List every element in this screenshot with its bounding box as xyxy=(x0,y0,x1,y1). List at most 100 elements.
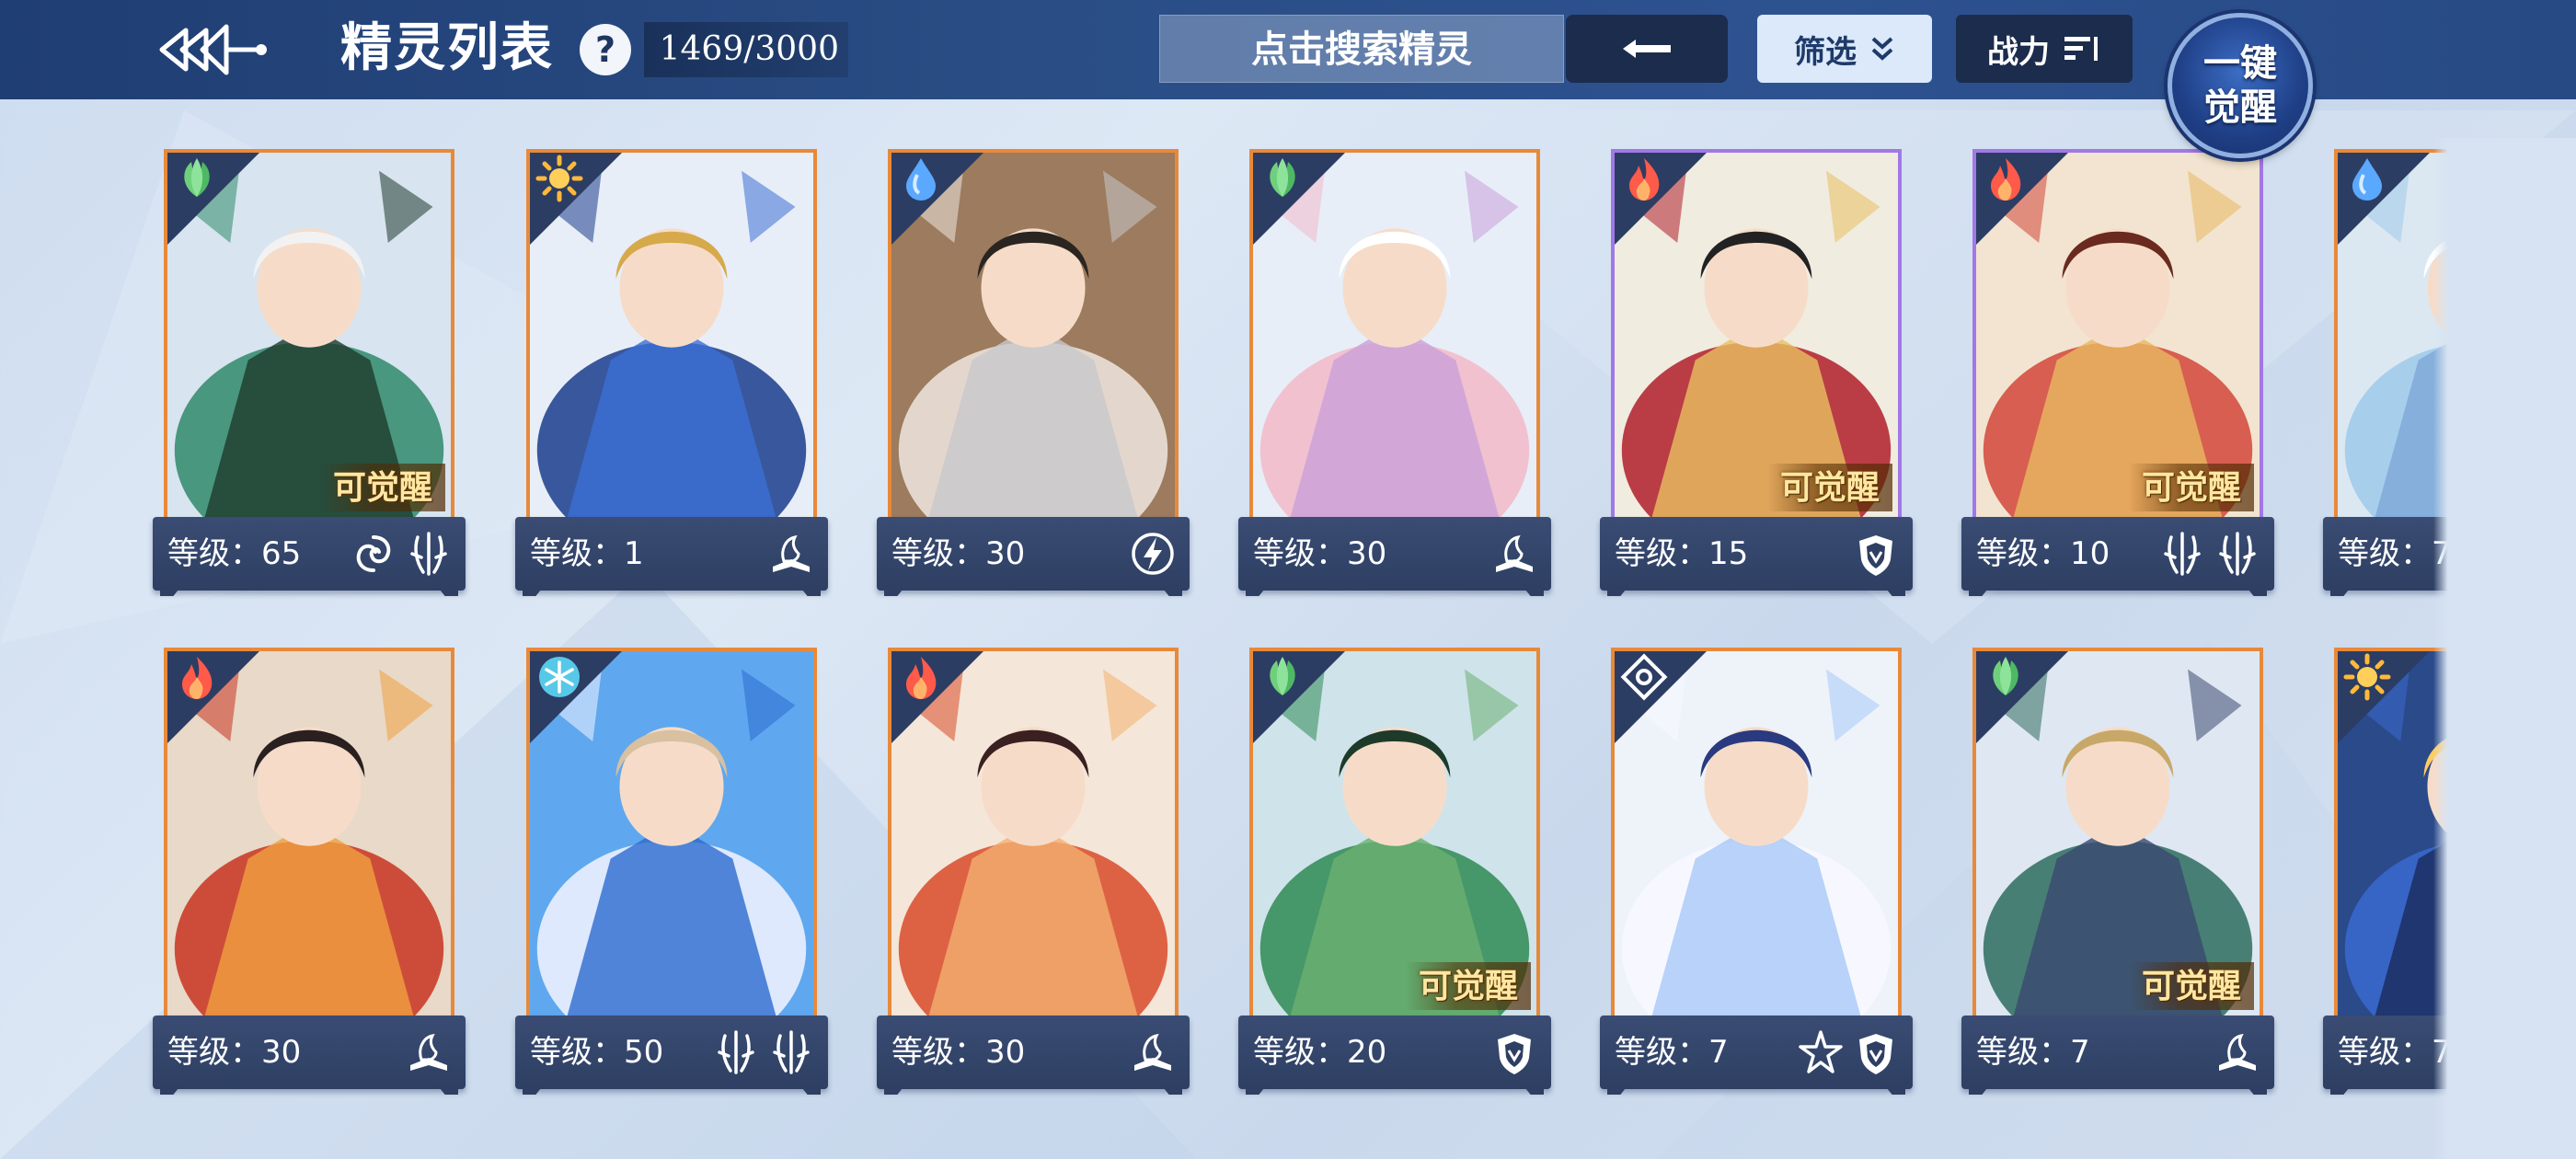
skill-icons xyxy=(1129,1027,1177,1078)
spirit-card[interactable]: 可觉醒等级：7 xyxy=(1961,648,2274,1096)
card-footer: 等级：30 xyxy=(1238,517,1551,591)
back-button[interactable] xyxy=(152,9,276,90)
grass-icon xyxy=(1993,657,2018,695)
card-footer: 等级：65 xyxy=(153,517,466,591)
collection-count: 1469/3000 xyxy=(644,22,848,77)
element-badge xyxy=(2338,651,2430,743)
element-badge xyxy=(167,651,259,743)
level-label: 等级：15 xyxy=(1615,535,1749,572)
card-footer: 等级：30 xyxy=(877,1016,1190,1089)
sort-descending-icon xyxy=(2064,37,2098,61)
shield-icon xyxy=(1498,1034,1531,1074)
spirit-card[interactable]: 等级：7 xyxy=(1600,648,1913,1096)
spirit-card[interactable]: 等级：30 xyxy=(153,648,466,1096)
claw-icon xyxy=(2164,532,2201,576)
book-icon xyxy=(1134,1033,1171,1071)
skill-icons xyxy=(2214,1027,2261,1078)
skill-icons xyxy=(1490,528,1538,580)
element-badge xyxy=(891,651,983,743)
spirit-card[interactable]: 可觉醒 等级：15 xyxy=(1600,149,1913,598)
element-badge xyxy=(1253,651,1345,743)
spirit-art xyxy=(526,149,817,526)
spirit-card[interactable]: 可觉醒等级：65 xyxy=(153,149,466,598)
one-click-awaken-button[interactable]: 一键 觉醒 xyxy=(2168,13,2313,158)
book-icon xyxy=(773,534,810,572)
spirit-card[interactable]: 可觉醒等级：10 xyxy=(1961,149,2274,598)
spirit-card[interactable]: 等级：50 xyxy=(515,648,828,1096)
awakenable-tag: 可觉醒 xyxy=(1405,962,1531,1010)
sort-label: 战力 xyxy=(1987,33,2050,71)
fire-icon xyxy=(182,657,213,699)
level-label: 等级：10 xyxy=(1976,535,2110,572)
grid-fade-edge xyxy=(2433,138,2576,1159)
awaken-line2: 觉醒 xyxy=(2203,86,2277,129)
lightning-icon xyxy=(1132,533,1174,575)
level-label: 等级：20 xyxy=(1253,1034,1387,1071)
card-footer: 等级：15 xyxy=(1600,517,1913,591)
claw-icon xyxy=(773,1030,810,1074)
level-label: 等级：30 xyxy=(891,1034,1026,1071)
awaken-line1: 一键 xyxy=(2203,41,2277,85)
level-label: 等级：1 xyxy=(530,535,644,572)
element-badge xyxy=(167,153,259,245)
spirit-card[interactable]: 等级：30 xyxy=(877,149,1190,598)
book-icon xyxy=(2219,1033,2256,1071)
back-icon xyxy=(159,24,267,75)
spirit-art xyxy=(1249,149,1540,526)
card-footer: 等级：7 xyxy=(1600,1016,1913,1089)
skill-icons xyxy=(2158,528,2261,580)
element-badge xyxy=(1615,651,1707,743)
spirit-grid: 可觉醒 等级：65 等级：1 等级：30 等级：30 可觉醒 等级：15 可觉醒 等级：10 等级… xyxy=(0,0,2576,1159)
filter-button[interactable]: 筛选 xyxy=(1757,15,1932,83)
light-icon xyxy=(2343,653,2391,701)
spirit-art xyxy=(1611,648,1902,1025)
card-footer: 等级：30 xyxy=(153,1016,466,1089)
filter-label: 筛选 xyxy=(1794,33,1857,71)
card-footer: 等级：1 xyxy=(515,517,828,591)
spirit-card[interactable]: 可觉醒 等级：20 xyxy=(1238,648,1551,1096)
book-icon xyxy=(410,1033,447,1071)
claw-icon xyxy=(718,1030,754,1074)
element-badge xyxy=(2338,153,2430,245)
help-button[interactable]: ? xyxy=(580,24,631,75)
sort-button[interactable]: 战力 xyxy=(1956,15,2133,83)
arrow-left-icon xyxy=(1623,40,1671,58)
fire-icon xyxy=(1991,158,2021,201)
element-badge xyxy=(891,153,983,245)
element-badge xyxy=(1976,153,2068,245)
element-badge xyxy=(1615,153,1707,245)
spirit-card[interactable]: 等级：30 xyxy=(877,648,1190,1096)
awakenable-tag: 可觉醒 xyxy=(2128,962,2254,1010)
card-footer: 等级：30 xyxy=(877,517,1190,591)
level-label: 等级：7 xyxy=(1615,1034,1729,1071)
page-title: 精灵列表 xyxy=(340,17,554,78)
water-icon xyxy=(906,158,936,201)
fire-icon xyxy=(906,657,937,699)
spirit-art xyxy=(526,648,817,1025)
claw-icon xyxy=(2219,532,2256,576)
level-label: 等级：30 xyxy=(891,535,1026,572)
awakenable-tag: 可觉醒 xyxy=(319,464,445,511)
star-icon xyxy=(1799,1030,1843,1073)
vortex-icon xyxy=(356,535,391,572)
grass-icon xyxy=(1270,657,1295,695)
light-icon xyxy=(535,155,583,202)
shield-icon xyxy=(1859,535,1892,576)
search-input[interactable]: 点击搜索精灵 xyxy=(1159,15,1564,83)
level-label: 等级：50 xyxy=(530,1034,664,1071)
grass-icon xyxy=(1270,158,1295,197)
claw-icon xyxy=(410,532,447,576)
skill-icons xyxy=(1129,528,1177,580)
spirit-art: 可觉醒 xyxy=(1249,648,1540,1025)
search-confirm-button[interactable] xyxy=(1566,15,1728,83)
spirit-card[interactable]: 等级：1 xyxy=(515,149,828,598)
spirit-card[interactable]: 等级：30 xyxy=(1238,149,1551,598)
book-icon xyxy=(1496,534,1533,572)
level-label: 等级：7 xyxy=(1976,1034,2090,1071)
skill-icons xyxy=(1797,1027,1900,1078)
spirit-art: 可觉醒 xyxy=(1972,648,2263,1025)
spirit-art xyxy=(888,648,1179,1025)
card-footer: 等级：20 xyxy=(1238,1016,1551,1089)
grass-icon xyxy=(184,158,210,197)
spirit-art: 可觉醒 xyxy=(1972,149,2263,526)
